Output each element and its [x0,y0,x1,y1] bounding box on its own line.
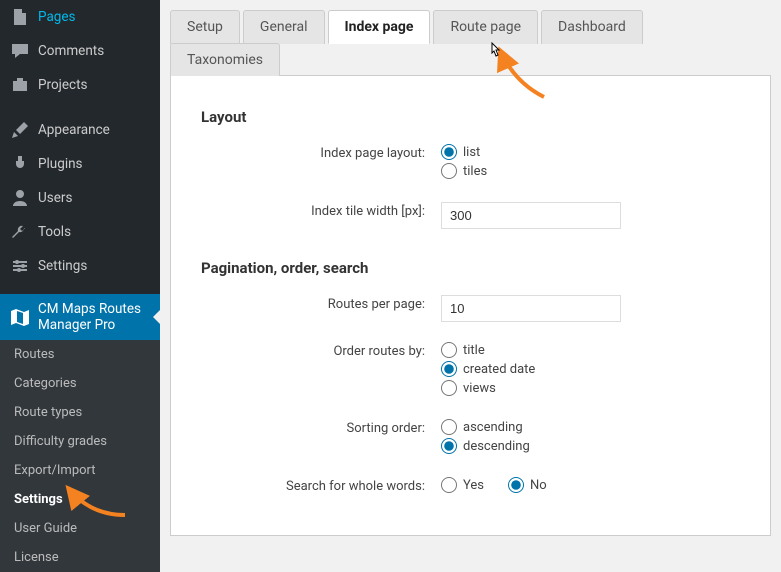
radio-label: title [463,343,485,358]
row-index-layout: Index page layout: list tiles [201,144,740,182]
plug-icon [10,154,30,174]
sidebar-item-comments[interactable]: Comments [0,34,160,68]
sidebar-sub-route-types[interactable]: Route types [0,398,160,427]
radio-label: No [530,478,547,493]
tabs-row-2: Taxonomies [170,43,771,75]
sidebar-item-label: Plugins [38,156,83,172]
radio-input[interactable] [441,438,457,454]
sidebar-item-label: Pages [38,9,76,25]
field-order-by: title created date views [441,342,740,399]
portfolio-icon [10,75,30,95]
radio-label: created date [463,362,535,377]
tab-dashboard[interactable]: Dashboard [541,10,643,44]
field-index-layout: list tiles [441,144,740,182]
sidebar-sub-difficulty-grades[interactable]: Difficulty grades [0,427,160,456]
radio-option-no[interactable]: No [508,477,547,493]
radio-option-tiles[interactable]: tiles [441,163,740,179]
user-icon [10,188,30,208]
sidebar-item-label: Tools [38,224,71,240]
tabs-row-1: SetupGeneralIndex pageRoute pageDashboar… [170,10,771,43]
label-index-layout: Index page layout: [201,144,441,161]
row-tile-width: Index tile width [px]: [201,202,740,229]
radio-input[interactable] [441,361,457,377]
radio-input[interactable] [441,477,457,493]
label-sort: Sorting order: [201,419,441,436]
radio-label: ascending [463,420,523,435]
field-tile-width [441,202,740,229]
radio-input[interactable] [441,419,457,435]
sidebar-item-label: CM Maps Routes Manager Pro [38,301,150,333]
radio-input[interactable] [441,163,457,179]
brush-icon [10,120,30,140]
tab-taxonomies[interactable]: Taxonomies [170,43,280,76]
sidebar-item-cm-maps[interactable]: CM Maps Routes Manager Pro [0,294,160,340]
section-heading-layout: Layout [201,108,740,126]
sidebar-item-tools[interactable]: Tools [0,215,160,249]
admin-sidebar: Pages Comments Projects Appearance Plugins U… [0,0,160,561]
pages-icon [10,7,30,27]
tab-general[interactable]: General [243,10,325,44]
field-per-page [441,295,740,322]
tab-setup[interactable]: Setup [170,10,240,44]
radio-label: views [463,381,496,396]
radio-option-created-date[interactable]: created date [441,361,740,377]
field-sort: ascending descending [441,419,740,457]
tab-index-page[interactable]: Index page [328,10,431,44]
sidebar-item-settings[interactable]: Settings [0,249,160,283]
sidebar-item-plugins[interactable]: Plugins [0,147,160,181]
wrench-icon [10,222,30,242]
per-page-input[interactable] [441,295,621,322]
label-tile-width: Index tile width [px]: [201,202,441,219]
sidebar-item-label: Projects [38,77,88,93]
radio-option-views[interactable]: views [441,380,740,396]
sidebar-item-label: Settings [38,258,87,274]
field-whole-words: Yes No [441,477,740,497]
sidebar-sub-settings[interactable]: Settings [0,485,160,514]
row-whole-words: Search for whole words: Yes No [201,477,740,497]
settings-panel: Layout Index page layout: list tiles Inde… [170,76,771,536]
row-per-page: Routes per page: [201,295,740,322]
sliders-icon [10,256,30,276]
sidebar-item-label: Comments [38,43,104,59]
radio-input[interactable] [441,380,457,396]
radio-option-descending[interactable]: descending [441,438,740,454]
row-sort: Sorting order: ascending descending [201,419,740,457]
section-heading-pagination: Pagination, order, search [201,259,740,277]
sidebar-item-appearance[interactable]: Appearance [0,113,160,147]
radio-input[interactable] [441,342,457,358]
radio-input[interactable] [441,144,457,160]
radio-option-yes[interactable]: Yes [441,477,484,493]
sidebar-sub-license[interactable]: License [0,543,160,572]
label-per-page: Routes per page: [201,295,441,312]
row-order-by: Order routes by: title created date views [201,342,740,399]
content-area: SetupGeneralIndex pageRoute pageDashboar… [160,0,781,561]
sidebar-item-label: Users [38,190,72,206]
sidebar-item-pages[interactable]: Pages [0,0,160,34]
sidebar-sub-routes[interactable]: Routes [0,340,160,369]
tab-route-page[interactable]: Route page [433,10,538,44]
radio-label: tiles [463,164,487,179]
sidebar-sub-categories[interactable]: Categories [0,369,160,398]
label-whole-words: Search for whole words: [201,477,441,494]
map-icon [10,307,30,327]
sidebar-sub-export-import[interactable]: Export/Import [0,456,160,485]
radio-option-ascending[interactable]: ascending [441,419,740,435]
comment-icon [10,41,30,61]
sidebar-item-label: Appearance [38,122,110,138]
radio-option-list[interactable]: list [441,144,740,160]
sidebar-item-projects[interactable]: Projects [0,68,160,102]
tile-width-input[interactable] [441,202,621,229]
radio-label: list [463,145,480,160]
radio-label: descending [463,439,530,454]
radio-label: Yes [463,478,484,493]
label-order-by: Order routes by: [201,342,441,359]
sidebar-item-users[interactable]: Users [0,181,160,215]
radio-input[interactable] [508,477,524,493]
sidebar-sub-user-guide[interactable]: User Guide [0,514,160,543]
radio-option-title[interactable]: title [441,342,740,358]
